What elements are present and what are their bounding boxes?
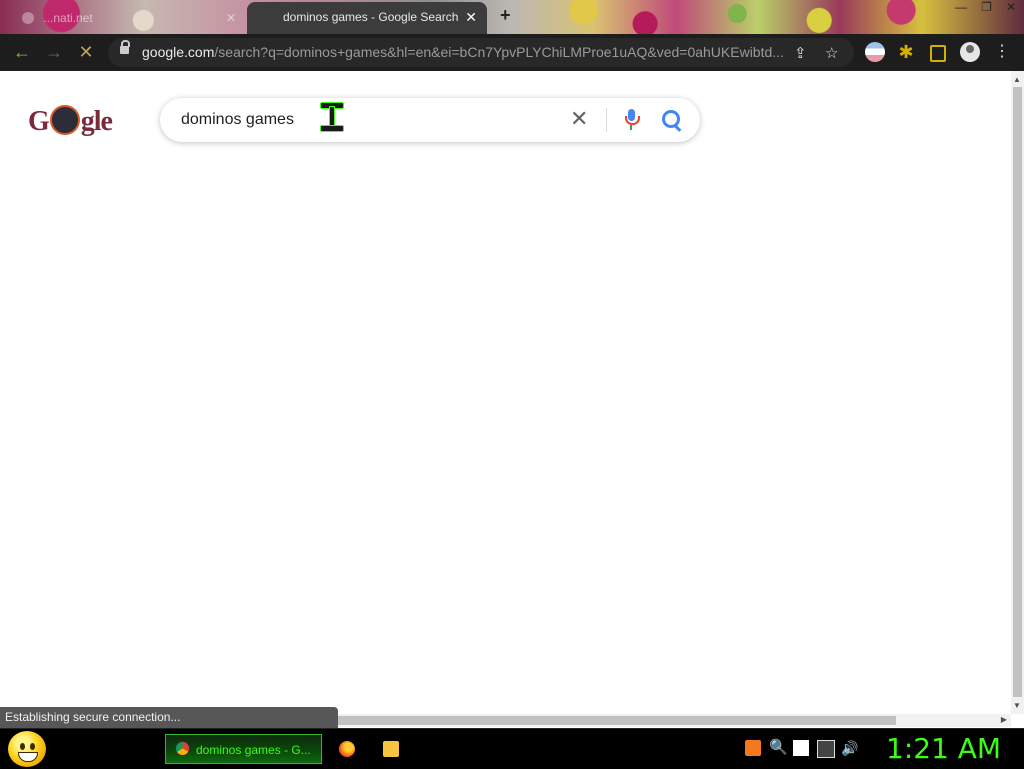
volume-icon[interactable]: 🔊 — [841, 740, 858, 756]
smiley-start-icon[interactable] — [8, 731, 46, 767]
stop-loading-icon[interactable]: ✕ — [76, 42, 96, 62]
horizontal-scroll-thumb[interactable] — [330, 716, 896, 725]
search-box[interactable]: dominos games ✕ — [160, 98, 700, 142]
search-tray-icon[interactable]: 🔍 — [769, 740, 788, 756]
tab-inactive[interactable]: ...nati.net ✕ — [14, 6, 244, 30]
profile-avatar-icon[interactable] — [960, 42, 980, 62]
status-bubble: Establishing secure connection... — [0, 707, 338, 728]
scroll-right-icon[interactable]: ▶ — [1001, 715, 1007, 724]
search-input[interactable]: dominos games — [181, 111, 294, 129]
maximize-button[interactable]: ❐ — [981, 0, 992, 16]
lock-icon[interactable] — [120, 40, 130, 54]
xampp-icon[interactable] — [745, 740, 761, 756]
tab-inactive-close-icon[interactable]: ✕ — [226, 6, 236, 30]
doodle-icon — [49, 105, 80, 135]
address-bar[interactable]: google.com/search?q=dominos+games&hl=en&… — [108, 38, 854, 67]
tab-close-icon[interactable]: ✕ — [465, 2, 477, 32]
taskbar: dominos games - G... 🔍 🔊 1:21 AM — [0, 728, 1024, 769]
minimize-button[interactable]: — — [955, 0, 967, 16]
tab-strip: ...nati.net ✕ dominos games - Google Sea… — [0, 0, 1024, 34]
bookmark-star-icon[interactable]: ☆ — [825, 44, 838, 62]
vertical-scrollbar[interactable]: ▲ ▼ — [1011, 71, 1024, 714]
chrome-icon — [175, 741, 190, 756]
vertical-scroll-thumb[interactable] — [1013, 87, 1022, 697]
taskbar-browser-button[interactable]: dominos games - G... — [165, 734, 322, 764]
back-arrow-icon[interactable]: ← — [12, 42, 32, 62]
search-divider — [606, 108, 607, 132]
tab-active[interactable]: dominos games - Google Search ✕ — [247, 2, 487, 34]
puzzle-extensions-icon[interactable]: ✱ — [896, 42, 916, 62]
google-doodle-logo[interactable]: Ggle — [28, 105, 113, 138]
tab-inactive-label: ...nati.net — [43, 11, 93, 25]
network-icon[interactable] — [817, 740, 835, 758]
firefox-icon[interactable] — [339, 741, 355, 757]
flag-extension-icon[interactable] — [865, 42, 885, 62]
page-content: Ggle dominos games ✕ — [0, 71, 1011, 714]
close-window-button[interactable]: ✕ — [1006, 0, 1016, 16]
search-lens-icon[interactable] — [662, 110, 680, 128]
url-path: /search?q=dominos+games&hl=en&ei=bCn7Ypv… — [214, 44, 784, 60]
logo-text-right: gle — [80, 106, 113, 137]
scroll-up-icon[interactable]: ▲ — [1013, 75, 1021, 84]
mouse-cursor-ibeam-icon — [320, 102, 344, 132]
taskbar-clock[interactable]: 1:21 AM — [886, 732, 1001, 765]
taskbar-browser-label: dominos games - G... — [196, 743, 311, 757]
side-panel-icon[interactable] — [930, 45, 946, 62]
action-center-flag-icon[interactable] — [793, 740, 809, 756]
folder-icon[interactable] — [383, 741, 399, 757]
window-controls: — ❐ ✕ — [955, 0, 1016, 16]
new-tab-button[interactable]: + — [500, 5, 511, 26]
tab-active-label: dominos games - Google Search — [283, 10, 459, 24]
share-icon[interactable]: ⇪ — [794, 44, 807, 62]
forward-arrow-icon[interactable]: → — [44, 42, 64, 62]
url-text[interactable]: google.com/search?q=dominos+games&hl=en&… — [142, 44, 788, 60]
browser-toolbar: ← → ✕ google.com/search?q=dominos+games&… — [0, 34, 1024, 71]
scroll-down-icon[interactable]: ▼ — [1013, 701, 1021, 710]
logo-text-left: G — [28, 106, 50, 137]
tab-favicon-icon — [22, 12, 34, 24]
mic-icon[interactable] — [625, 109, 640, 131]
url-host: google.com — [142, 44, 215, 60]
clear-search-icon[interactable]: ✕ — [570, 106, 588, 132]
more-menu-icon[interactable]: ⋮ — [992, 42, 1012, 62]
